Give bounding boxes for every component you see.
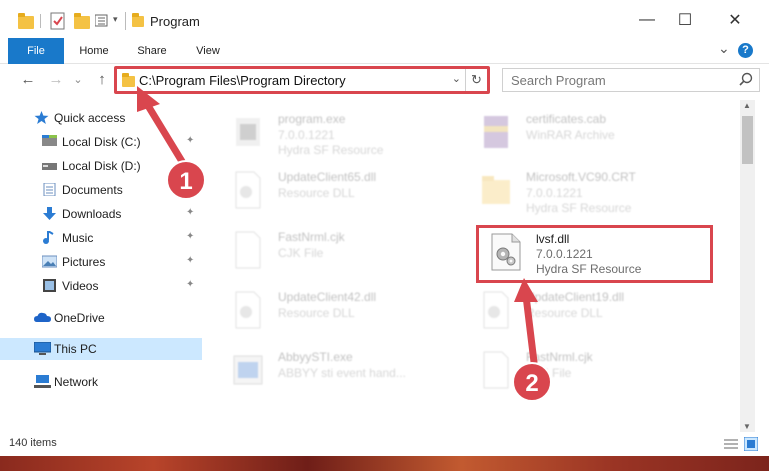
item-count: 140 items [9,437,57,449]
desktop-background-strip [0,456,769,471]
step-badge-1: 1 [166,160,206,200]
large-icons-view-icon[interactable] [744,437,758,451]
annotation-overlay [137,86,538,366]
status-bar: 140 items [0,432,769,456]
arrow-2 [514,278,538,366]
arrow-1 [137,86,190,172]
step-badge-2: 2 [512,362,552,402]
details-view-icon[interactable] [724,438,738,450]
